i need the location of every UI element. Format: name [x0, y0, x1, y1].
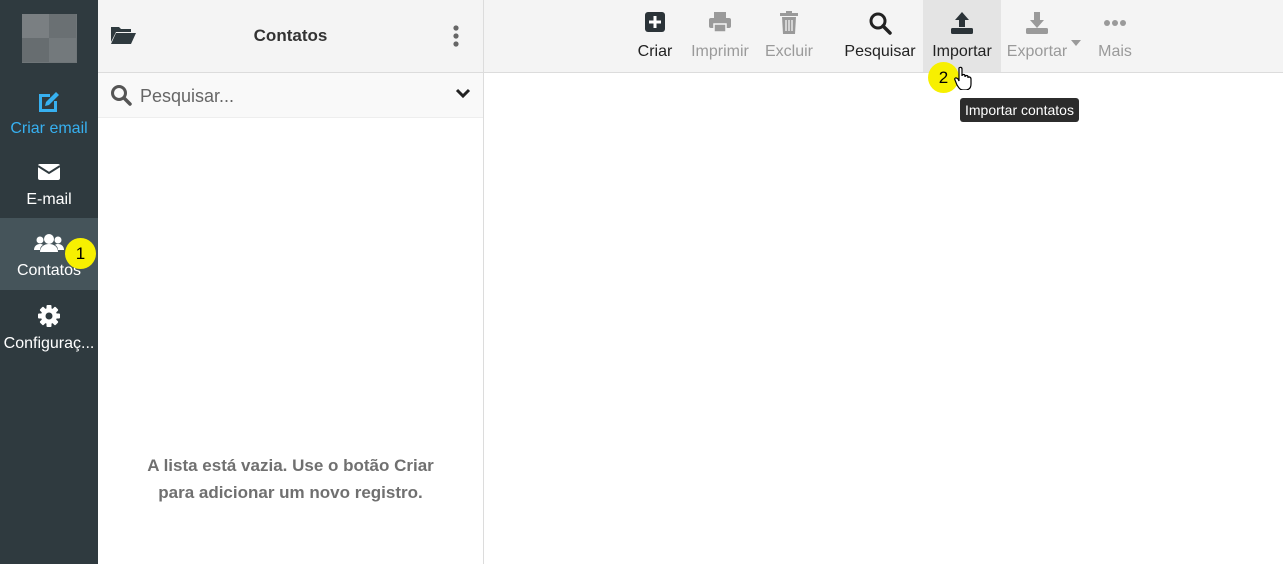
search-input[interactable]: [140, 81, 440, 111]
hand-cursor-icon: [954, 66, 972, 95]
more-button[interactable]: Mais: [1092, 0, 1138, 72]
left-nav: Criar email E-mail Contatos Configuraç..…: [0, 0, 98, 564]
panel-header: Contatos: [98, 0, 483, 73]
nav-label-compose: Criar email: [10, 120, 88, 137]
print-label: Imprimir: [691, 43, 749, 60]
toolbar: Criar Imprimir Excluir Pesquisar Importa…: [484, 0, 1283, 73]
delete-button[interactable]: Excluir: [761, 0, 817, 72]
search-icon: [110, 84, 132, 111]
more-icon: [1092, 11, 1138, 37]
kebab-menu-icon[interactable]: [452, 24, 460, 53]
download-icon: [1004, 11, 1070, 37]
compose-icon: [0, 88, 98, 114]
search-label: Pesquisar: [844, 43, 916, 60]
upload-icon: [923, 11, 1001, 37]
nav-item-compose[interactable]: Criar email: [0, 76, 98, 148]
export-dropdown-caret-icon[interactable]: [1071, 33, 1081, 51]
content-area: [484, 73, 1283, 564]
import-button[interactable]: Importar: [923, 0, 1001, 72]
nav-item-email[interactable]: E-mail: [0, 147, 98, 219]
envelope-icon: [0, 159, 98, 185]
delete-label: Excluir: [764, 43, 813, 60]
trash-icon: [761, 11, 817, 37]
create-button[interactable]: Criar: [631, 0, 679, 72]
empty-message-line-2: para adicionar um novo registro.: [158, 483, 423, 502]
panel-title: Contatos: [253, 26, 328, 45]
empty-list-message: A lista está vazia. Use o botão Criar pa…: [98, 452, 483, 506]
create-label: Criar: [637, 43, 673, 60]
import-label: Importar: [932, 43, 992, 60]
chevron-down-icon[interactable]: [455, 87, 471, 105]
app-window: Criar email E-mail Contatos Configuraç..…: [0, 0, 1283, 564]
plus-square-icon: [631, 11, 679, 37]
import-tooltip: Importar contatos: [960, 98, 1079, 122]
contacts-panel: Contatos Pesquisar... A lista está vazia…: [98, 0, 484, 564]
search-bar: [98, 73, 483, 118]
gear-icon: [0, 303, 98, 329]
more-label: Mais: [1098, 43, 1132, 60]
nav-label-settings: Configuraç...: [3, 335, 95, 352]
print-button[interactable]: Imprimir: [685, 0, 755, 72]
search-button[interactable]: Pesquisar: [840, 0, 920, 72]
nav-item-settings[interactable]: Configuraç...: [0, 291, 98, 363]
export-button[interactable]: Exportar: [1004, 0, 1070, 72]
printer-icon: [685, 11, 755, 37]
search-icon: [840, 11, 920, 37]
step-badge-1: 1: [65, 238, 96, 269]
export-label: Exportar: [1006, 43, 1068, 60]
empty-message-line-1: A lista está vazia. Use o botão Criar: [147, 456, 434, 475]
nav-label-email: E-mail: [26, 191, 72, 208]
logo: [22, 14, 77, 63]
